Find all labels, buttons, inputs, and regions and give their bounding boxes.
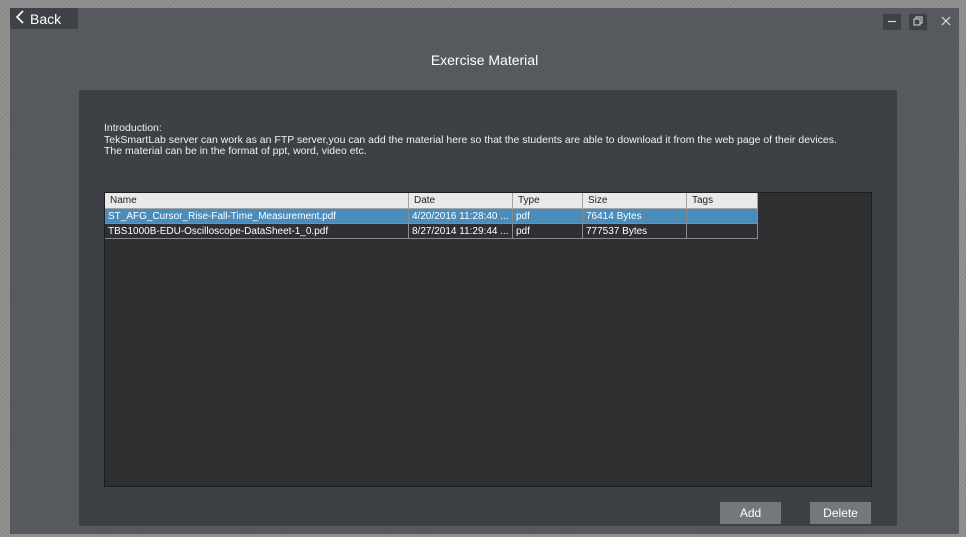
table-row[interactable]: TBS1000B-EDU-Oscilloscope-DataSheet-1_0.… xyxy=(105,224,758,239)
minimize-button[interactable] xyxy=(883,14,901,30)
material-table[interactable]: Name Date Type Size Tags ST_AFG_Cursor_R… xyxy=(104,192,872,487)
add-button[interactable]: Add xyxy=(720,502,781,524)
close-icon xyxy=(941,13,951,31)
cell-tags xyxy=(687,224,758,239)
cell-size: 777537 Bytes xyxy=(583,224,687,239)
page-title: Exercise Material xyxy=(430,52,539,68)
cell-name: TBS1000B-EDU-Oscilloscope-DataSheet-1_0.… xyxy=(105,224,409,239)
column-header-tags[interactable]: Tags xyxy=(687,193,758,209)
column-header-type[interactable]: Type xyxy=(513,193,583,209)
close-button[interactable] xyxy=(937,14,955,30)
back-label: Back xyxy=(30,10,62,27)
minimize-icon xyxy=(887,13,897,31)
table-header: Name Date Type Size Tags xyxy=(105,193,758,209)
table-row[interactable]: ST_AFG_Cursor_Rise-Fall-Time_Measurement… xyxy=(105,209,758,224)
cell-type: pdf xyxy=(513,209,583,224)
delete-button[interactable]: Delete xyxy=(810,502,871,524)
cell-date: 4/20/2016 11:28:40 ... xyxy=(409,209,513,224)
cell-name: ST_AFG_Cursor_Rise-Fall-Time_Measurement… xyxy=(105,209,409,224)
cell-type: pdf xyxy=(513,224,583,239)
cell-size: 76414 Bytes xyxy=(583,209,687,224)
column-header-date[interactable]: Date xyxy=(409,193,513,209)
column-header-name[interactable]: Name xyxy=(105,193,409,209)
app-window: Back Exercise Material Introduction: Tek… xyxy=(10,8,959,534)
intro-line-2: The material can be in the format of ppt… xyxy=(104,145,367,157)
column-header-size[interactable]: Size xyxy=(583,193,687,209)
restore-button[interactable] xyxy=(909,14,927,30)
restore-icon xyxy=(913,13,924,31)
introduction-text: Introduction: TekSmartLab server can wor… xyxy=(104,122,894,158)
cell-date: 8/27/2014 11:29:44 ... xyxy=(409,224,513,239)
content-panel: Introduction: TekSmartLab server can wor… xyxy=(79,90,897,526)
chevron-left-icon xyxy=(15,9,25,28)
back-button[interactable]: Back xyxy=(10,8,78,29)
cell-tags xyxy=(687,209,758,224)
intro-heading: Introduction: xyxy=(104,122,162,134)
